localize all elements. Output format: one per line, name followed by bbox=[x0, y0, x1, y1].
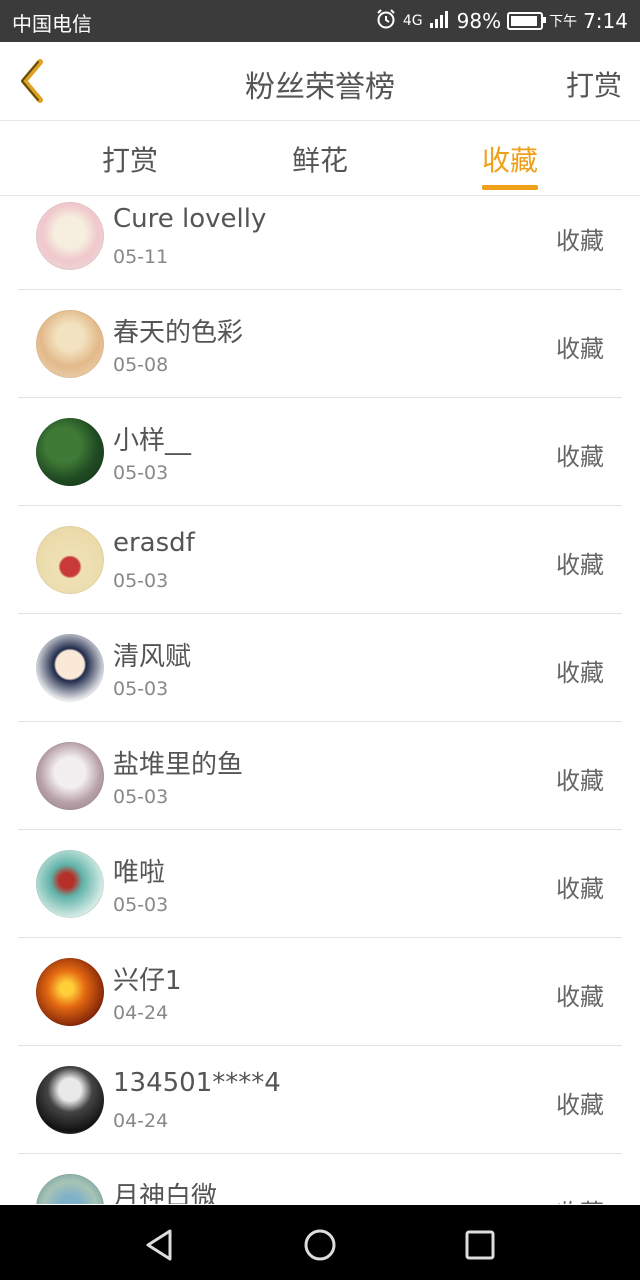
clock: 7:14 bbox=[583, 9, 628, 33]
battery-icon bbox=[507, 12, 547, 30]
tab-bar: 打赏 鲜花 收藏 bbox=[0, 121, 640, 196]
user-name: 月神白微 bbox=[113, 1182, 218, 1204]
date-label: 05-03 bbox=[113, 894, 169, 916]
avatar[interactable] bbox=[36, 850, 104, 918]
list-item[interactable]: 盐堆里的鱼 05-03 收藏 bbox=[18, 722, 622, 830]
list-item[interactable]: 清风赋 05-03 收藏 bbox=[18, 614, 622, 722]
list-item[interactable]: 小样__ 05-03 收藏 bbox=[18, 398, 622, 506]
square-recents-icon bbox=[465, 1230, 495, 1260]
collect-label: 收藏 bbox=[556, 767, 604, 795]
date-label: 05-11 bbox=[113, 246, 169, 268]
collect-label: 收藏 bbox=[556, 1193, 604, 1204]
collect-label: 收藏 bbox=[556, 551, 604, 579]
system-home-button[interactable] bbox=[300, 1225, 340, 1265]
list-item[interactable]: 134501****4 04-24 收藏 bbox=[18, 1046, 622, 1154]
system-nav-bar bbox=[0, 1205, 640, 1280]
collect-label: 收藏 bbox=[556, 443, 604, 471]
date-label: 04-24 bbox=[113, 1002, 169, 1024]
network-label: 4G bbox=[402, 13, 423, 29]
avatar[interactable] bbox=[36, 1066, 104, 1134]
active-tab-indicator bbox=[482, 185, 538, 190]
date-label: 05-03 bbox=[113, 786, 169, 808]
avatar[interactable] bbox=[36, 418, 104, 486]
circle-home-icon bbox=[304, 1229, 336, 1261]
date-label: 05-03 bbox=[113, 678, 169, 700]
avatar[interactable] bbox=[36, 958, 104, 1026]
user-name: erasdf bbox=[113, 528, 195, 558]
avatar[interactable] bbox=[36, 202, 104, 270]
status-icons: 4G 98% 下午 7:14 bbox=[375, 8, 628, 34]
status-bar: 中国电信 4G 98% 下午 7:14 bbox=[0, 0, 640, 42]
time-prefix: 下午 bbox=[549, 14, 578, 30]
system-back-button[interactable] bbox=[140, 1225, 180, 1265]
collect-label: 收藏 bbox=[556, 659, 604, 687]
avatar[interactable] bbox=[36, 1174, 104, 1204]
page-title: 粉丝荣誉榜 bbox=[245, 70, 395, 105]
fan-list[interactable]: Cure lovelly 05-11 收藏 春天的色彩 05-08 收藏 小样_… bbox=[0, 196, 640, 1204]
battery-percent: 98% bbox=[456, 9, 502, 33]
date-label: 05-03 bbox=[113, 570, 169, 592]
avatar[interactable] bbox=[36, 310, 104, 378]
avatar[interactable] bbox=[36, 742, 104, 810]
user-name: 134501****4 bbox=[113, 1068, 281, 1098]
collect-label: 收藏 bbox=[556, 227, 604, 255]
collect-label: 收藏 bbox=[556, 875, 604, 903]
list-item[interactable]: Cure lovelly 05-11 收藏 bbox=[18, 196, 622, 290]
list-item[interactable]: 春天的色彩 05-08 收藏 bbox=[18, 290, 622, 398]
alarm-icon bbox=[375, 8, 397, 35]
user-name: 兴仔1 bbox=[113, 966, 182, 996]
list-item[interactable]: 月神白微 收藏 bbox=[18, 1154, 622, 1204]
reward-button[interactable]: 打赏 bbox=[566, 64, 622, 104]
tab-reward[interactable]: 打赏 bbox=[70, 139, 190, 179]
user-name: 春天的色彩 bbox=[113, 318, 244, 348]
list-item[interactable]: erasdf 05-03 收藏 bbox=[18, 506, 622, 614]
list-item[interactable]: 兴仔1 04-24 收藏 bbox=[18, 938, 622, 1046]
date-label: 05-03 bbox=[113, 462, 169, 484]
user-name: Cure lovelly bbox=[113, 204, 267, 234]
user-name: 清风赋 bbox=[113, 642, 192, 672]
list-item[interactable]: 唯啦 05-03 收藏 bbox=[18, 830, 622, 938]
avatar[interactable] bbox=[36, 634, 104, 702]
user-name: 唯啦 bbox=[113, 858, 166, 888]
header-bar: 粉丝荣誉榜 打赏 bbox=[0, 42, 640, 121]
collect-label: 收藏 bbox=[556, 983, 604, 1011]
collect-label: 收藏 bbox=[556, 335, 604, 363]
signal-icon bbox=[429, 9, 451, 34]
avatar[interactable] bbox=[36, 526, 104, 594]
carrier-label: 中国电信 bbox=[12, 12, 92, 36]
user-name: 盐堆里的鱼 bbox=[113, 750, 244, 780]
collect-label: 收藏 bbox=[556, 1091, 604, 1119]
date-label: 05-08 bbox=[113, 354, 169, 376]
tab-flowers[interactable]: 鲜花 bbox=[260, 139, 380, 179]
tab-collect[interactable]: 收藏 bbox=[450, 139, 570, 179]
system-recents-button[interactable] bbox=[460, 1225, 500, 1265]
triangle-back-icon bbox=[146, 1229, 172, 1261]
user-name: 小样__ bbox=[113, 426, 192, 456]
date-label: 04-24 bbox=[113, 1110, 169, 1132]
